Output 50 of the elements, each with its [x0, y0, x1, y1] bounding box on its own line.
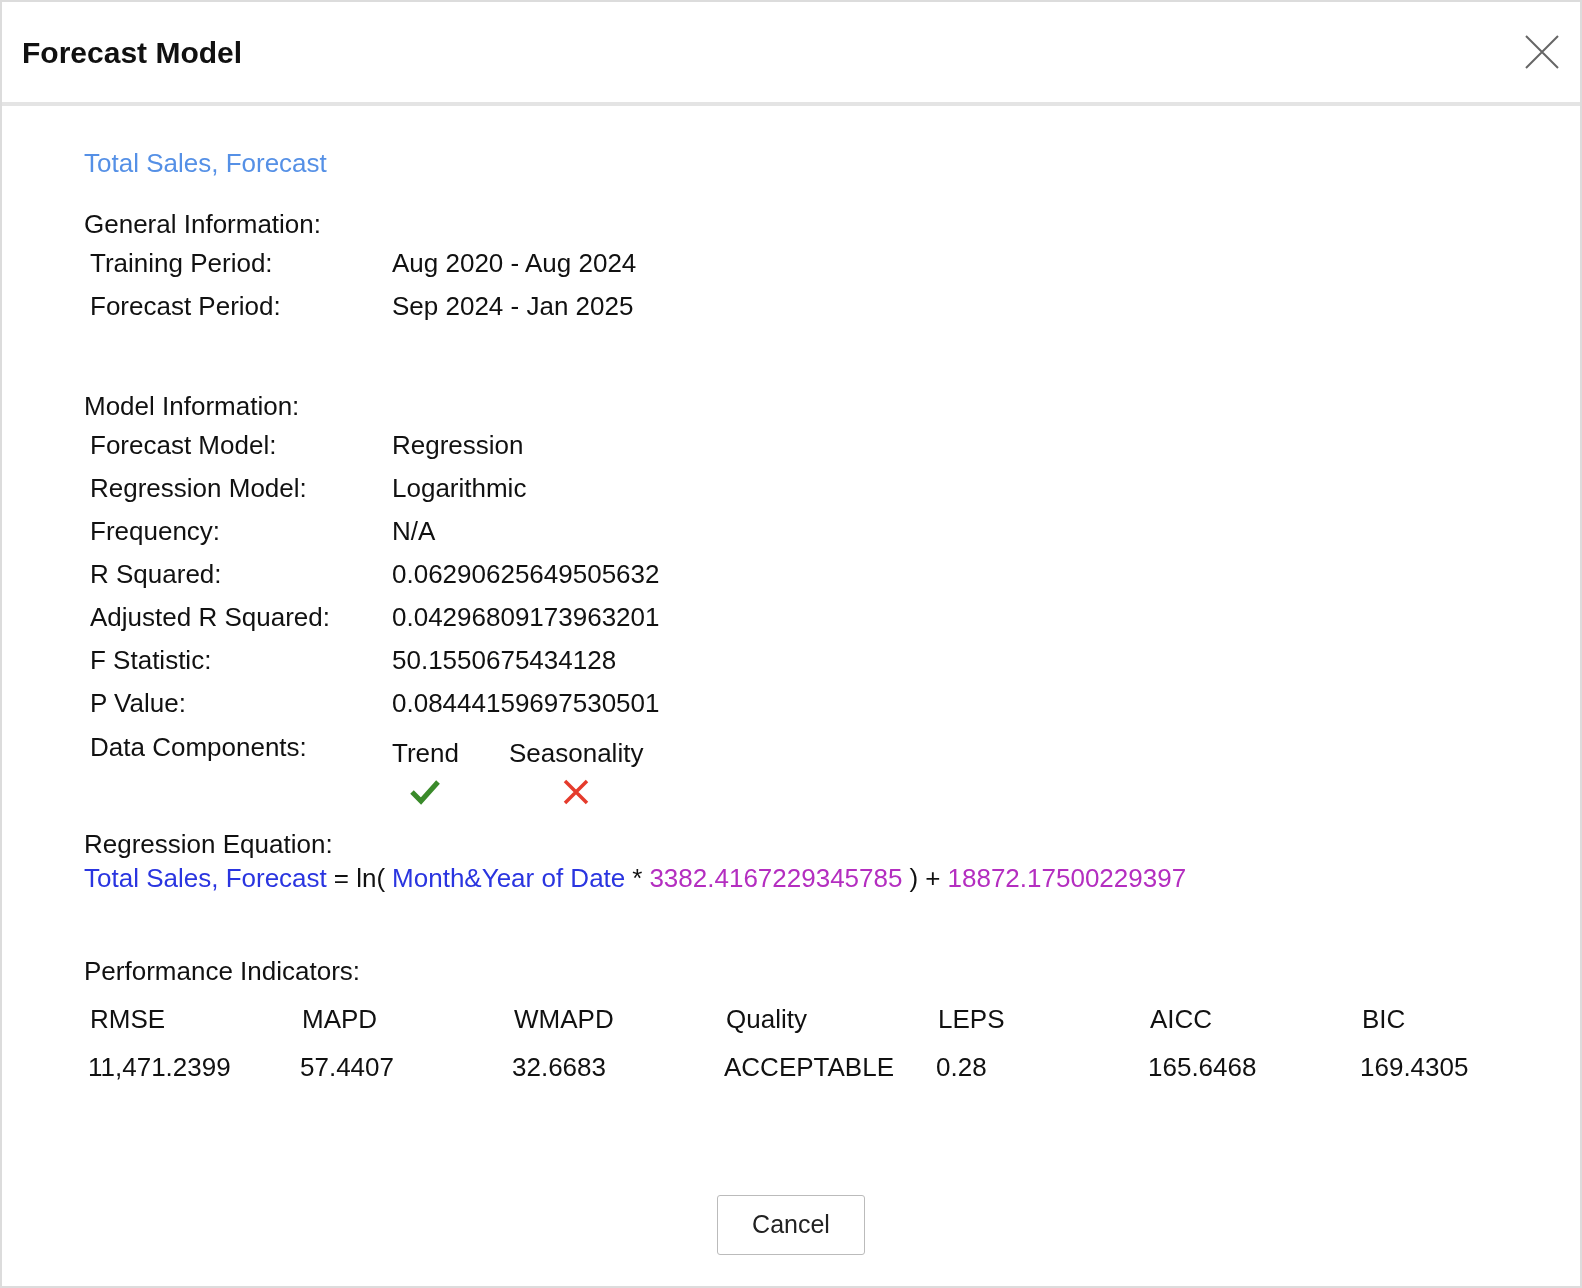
column-header: BIC [1361, 1003, 1407, 1036]
row-value: 0.06290625649505632 [392, 558, 660, 591]
row-value: Aug 2020 - Aug 2024 [392, 247, 637, 280]
row-label: Regression Model: [90, 472, 308, 505]
table-cell-text: 0.28 [936, 1051, 988, 1084]
row-label: Forecast Period: [90, 290, 282, 323]
row-value: 50.1550675434128 [392, 644, 617, 677]
column-header: AICC [1149, 1003, 1214, 1036]
component-label: Seasonality [508, 737, 644, 770]
section-heading: Model Information: [84, 390, 301, 423]
column-header: RMSE [89, 1003, 167, 1036]
column-header: MAPD [301, 1003, 379, 1036]
row-label: F Statistic: [90, 644, 213, 677]
column-header: Quality [725, 1003, 808, 1036]
field-name: Total Sales, Forecast [84, 862, 327, 895]
component-label: Trend [392, 737, 459, 770]
row-value: Sep 2024 - Jan 2025 [392, 290, 634, 323]
row-value: Logarithmic [392, 472, 527, 505]
field-name: Month&Year of Date [392, 862, 626, 895]
section-heading: Performance Indicators: [84, 955, 361, 988]
row-label: Adjusted R Squared: [90, 601, 331, 634]
section-heading: Regression Equation: [84, 828, 334, 861]
section-heading: General Information: [84, 208, 322, 241]
column-header: LEPS [937, 1003, 1006, 1036]
coefficient: 18872.17500229397 [947, 862, 1187, 895]
row-value: N/A [392, 515, 436, 548]
row-value: Regression [392, 429, 524, 462]
table-cell-text: 165.6468 [1148, 1051, 1258, 1084]
operator-text: = ln( [333, 862, 386, 895]
row-value: 0.04296809173963201 [392, 601, 660, 634]
table-cell-text: 32.6683 [512, 1051, 607, 1084]
table-cell-text: 169.4305 [1360, 1051, 1470, 1084]
coefficient: 3382.4167229345785 [649, 862, 903, 895]
row-label: Frequency: [90, 515, 222, 548]
close-icon [1525, 35, 1559, 69]
row-label: R Squared: [90, 558, 223, 591]
operator-text: ) + [909, 862, 941, 895]
table-cell-text: 11,471.2399 [88, 1051, 232, 1084]
column-header: WMAPD [513, 1003, 615, 1036]
cancel-button[interactable]: Cancel [717, 1195, 865, 1255]
row-label: P Value: [90, 687, 187, 720]
table-cell-text: ACCEPTABLE [724, 1051, 895, 1084]
row-value: 0.08444159697530501 [392, 687, 660, 720]
operator-text: * [632, 862, 643, 895]
row-label: Training Period: [90, 247, 274, 280]
dialog-title: Forecast Model [22, 34, 243, 71]
row-label: Forecast Model: [90, 429, 278, 462]
row-label: Data Components: [90, 731, 308, 764]
measure-title: Total Sales, Forecast [84, 147, 328, 180]
table-cell-text: 57.4407 [300, 1051, 395, 1084]
